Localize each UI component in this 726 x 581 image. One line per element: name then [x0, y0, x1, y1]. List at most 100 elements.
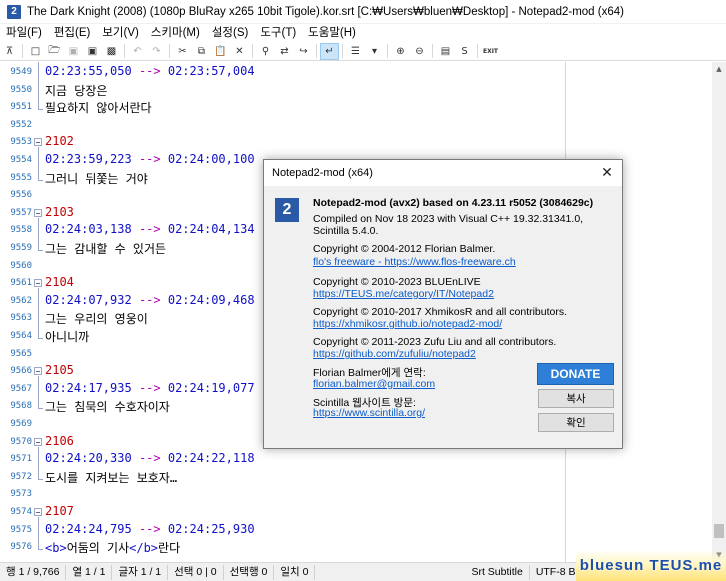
- save-disabled-icon[interactable]: ▣: [64, 43, 83, 60]
- menu-help[interactable]: 도움말(H): [302, 24, 362, 42]
- end-time: 02:23:57,004: [167, 64, 255, 78]
- delete-icon[interactable]: ✕: [230, 43, 249, 60]
- line-number: 9551: [10, 102, 32, 113]
- line-number: 9560: [10, 260, 32, 271]
- fold-guide: [38, 446, 39, 479]
- copy-icon[interactable]: ⧉: [192, 43, 211, 60]
- subtitle-text-line: <b>어둠의 기사</b>란다: [45, 539, 180, 556]
- toolbar-separator: [342, 44, 343, 58]
- menu-view[interactable]: 보기(V): [96, 24, 145, 42]
- timestamp-line: 02:24:24,795 --> 02:24:25,930: [45, 522, 255, 536]
- save-icon[interactable]: ▣: [83, 43, 102, 60]
- subtitle-text: 그러니 뒤쫓는 거야: [45, 171, 148, 186]
- paste-icon[interactable]: 📋: [211, 43, 230, 60]
- subtitle-index-line: 2105: [45, 363, 74, 377]
- status-selection: 선택 0 | 0: [168, 564, 224, 580]
- subtitle-index-line: 2103: [45, 205, 74, 219]
- fold-toggle-icon[interactable]: [34, 437, 42, 446]
- line-number: 9574: [10, 507, 32, 517]
- undo-icon[interactable]: ↶: [128, 43, 147, 60]
- start-time: 02:23:55,050: [45, 64, 132, 78]
- save-as-icon[interactable]: ▩: [102, 43, 121, 60]
- window-title: The Dark Knight (2008) (1080p BluRay x26…: [27, 5, 624, 18]
- redo-icon[interactable]: ↷: [147, 43, 166, 60]
- start-time: 02:24:24,795: [45, 521, 132, 536]
- toolbar-separator: [22, 44, 23, 58]
- bookmark-menu-icon[interactable]: ▾: [365, 43, 384, 60]
- subtitle-text: 그는 우리의 영웅이: [45, 312, 148, 327]
- status-lexer[interactable]: Srt Subtitle: [465, 564, 530, 580]
- scroll-up-icon[interactable]: ▲: [712, 62, 726, 76]
- menu-edit[interactable]: 편집(E): [48, 24, 97, 42]
- arrow: -->: [138, 451, 161, 466]
- ok-button[interactable]: 확인: [538, 413, 614, 432]
- link-teus[interactable]: https://TEUS.me/category/IT/Notepad2: [313, 288, 494, 300]
- subtitle-index-line: 2102: [45, 134, 74, 148]
- fold-toggle-icon[interactable]: [34, 138, 42, 147]
- wordwrap-icon[interactable]: ↵: [320, 42, 339, 60]
- arrow: -->: [138, 380, 161, 395]
- line-number: 9568: [10, 401, 32, 412]
- toolbar-separator: [432, 44, 433, 58]
- donate-button[interactable]: DONATE: [537, 363, 614, 385]
- line-number: 9573: [10, 489, 32, 500]
- zoom-out-icon[interactable]: ⊖: [410, 43, 429, 60]
- line-number: 9549: [10, 67, 32, 77]
- fold-guide-end: [38, 549, 43, 551]
- arrow: -->: [138, 152, 161, 166]
- fold-toggle-icon[interactable]: [34, 208, 42, 217]
- toolbar-separator: [252, 44, 253, 58]
- replace-icon[interactable]: ⇄: [275, 43, 294, 60]
- toolbar-separator: [477, 44, 478, 58]
- timestamp-line: 02:24:03,138 --> 02:24:04,134: [45, 222, 255, 236]
- subtitle-text-line: 지금 당장은: [45, 82, 107, 99]
- open-icon[interactable]: 🗁: [45, 43, 64, 60]
- line-number: 9550: [10, 84, 32, 95]
- settings-icon[interactable]: S: [455, 43, 474, 60]
- vertical-scrollbar[interactable]: ▲ ▼: [712, 62, 726, 562]
- compiled-info-line1: Compiled on Nov 18 2023 with Visual C++ …: [313, 213, 584, 225]
- line-number: 9572: [10, 471, 32, 482]
- end-time: 02:24:04,134: [167, 222, 255, 237]
- close-icon[interactable]: ✕: [592, 160, 622, 186]
- subtitle-index-line: 2106: [45, 434, 74, 448]
- menu-file[interactable]: 파일(F): [0, 24, 48, 42]
- scintilla-link[interactable]: https://www.scintilla.org/: [313, 407, 425, 419]
- arrow: -->: [138, 521, 161, 536]
- line-number: 9556: [10, 190, 32, 201]
- expand-icon[interactable]: ⊼: [0, 43, 19, 60]
- link-xhmikosr[interactable]: https://xhmikosr.github.io/notepad2-mod/: [313, 318, 502, 330]
- cut-icon[interactable]: ✂: [173, 43, 192, 60]
- fold-toggle-icon[interactable]: [34, 279, 42, 288]
- toolbar-separator: [169, 44, 170, 58]
- fold-guide: [38, 376, 39, 409]
- subtitle-index: 2107: [45, 504, 74, 518]
- link-zufuliu[interactable]: https://github.com/zufuliu/notepad2: [313, 348, 476, 360]
- fold-guide: [38, 288, 39, 338]
- fold-guide-end: [38, 109, 43, 111]
- fold-guide: [38, 517, 39, 550]
- fold-toggle-icon[interactable]: [34, 367, 42, 376]
- link-flos-freeware[interactable]: flo's freeware - https://www.flos-freewa…: [313, 256, 516, 268]
- fold-toggle-icon[interactable]: [34, 508, 42, 516]
- line-number: 9552: [10, 119, 32, 130]
- bookmark-icon[interactable]: ☰: [346, 43, 365, 60]
- zoom-in-icon[interactable]: ⊕: [391, 43, 410, 60]
- menu-tools[interactable]: 도구(T): [254, 24, 302, 42]
- find-icon[interactable]: ⚲: [256, 43, 275, 60]
- copy-button[interactable]: 복사: [538, 389, 614, 408]
- subtitle-text-line: 그는 우리의 영웅이: [45, 310, 148, 327]
- scrollbar-thumb[interactable]: [714, 524, 724, 538]
- menu-schema[interactable]: 스키마(M): [145, 24, 206, 42]
- subtitle-text-line: 아니니까: [45, 328, 89, 345]
- start-time: 02:24:17,935: [45, 380, 132, 395]
- goto-icon[interactable]: ↪: [294, 43, 313, 60]
- about-dialog: Notepad2-mod (x64) ✕ 2 Notepad2-mod (avx…: [263, 159, 623, 449]
- new-file-icon[interactable]: □: [26, 43, 45, 60]
- fold-guide-end: [38, 408, 43, 410]
- exit-icon[interactable]: EXIT: [481, 43, 500, 60]
- menu-settings[interactable]: 설정(S): [206, 24, 255, 42]
- schema-icon[interactable]: ▤: [436, 43, 455, 60]
- line-number: 9561: [10, 278, 32, 289]
- contact-email-link[interactable]: florian.balmer@gmail.com: [313, 378, 435, 390]
